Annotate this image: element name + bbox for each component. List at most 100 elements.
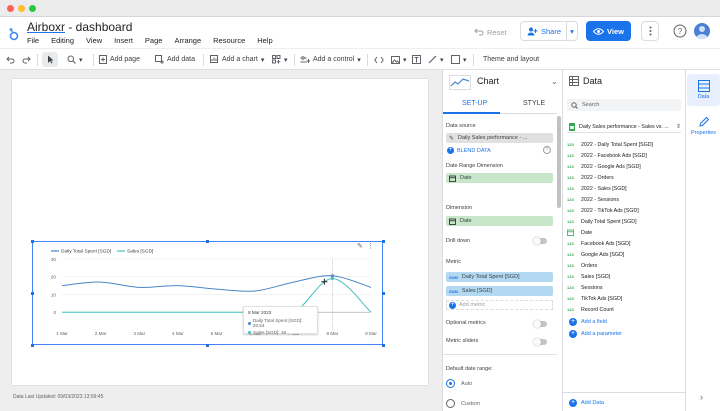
community-visualizations-button[interactable]: ▾ — [272, 52, 288, 67]
resize-handle-bottom-left[interactable] — [31, 344, 34, 347]
field-list-item[interactable]: 123 TikTok Ads [SGD] — [567, 293, 681, 304]
field-list-item[interactable]: 123 2022 - Sales [SGD] — [567, 183, 681, 194]
add-data-footer-button[interactable]: + Add Data — [569, 399, 604, 407]
data-source-dropdown[interactable]: Daily Sales performance - Sales vs. ... … — [567, 121, 681, 133]
menu-help[interactable]: Help — [257, 36, 272, 45]
theme-and-layout-button[interactable]: Theme and layout — [483, 52, 539, 67]
menu-arrange[interactable]: Arrange — [174, 36, 201, 45]
custom-date-range-radio[interactable] — [446, 399, 455, 408]
auto-date-range-radio[interactable] — [446, 379, 455, 388]
close-window-button[interactable] — [7, 5, 14, 12]
toolbar-divider — [93, 54, 94, 66]
tab-setup[interactable]: SET-UP — [462, 100, 487, 107]
maximize-window-button[interactable] — [29, 5, 36, 12]
rail-properties-tab[interactable]: Properties — [687, 110, 720, 142]
help-circle-icon[interactable]: ? — [543, 146, 551, 154]
report-canvas[interactable]: 01020301 Mar2 Mar3 Mar4 Mar5 Mar6 Mar7 M… — [0, 70, 442, 411]
reset-button[interactable]: Reset — [474, 23, 507, 41]
field-list-item[interactable]: 123 2022 - Facebook Ads [SGD] — [567, 150, 681, 161]
field-list-item[interactable]: 123 2022 - TikTok Ads [SGD] — [567, 205, 681, 216]
field-list-item[interactable]: 123 Daily Total Spent [SGD] — [567, 216, 681, 227]
looker-studio-logo-icon[interactable] — [8, 27, 20, 41]
add-field-button[interactable]: + Add a field — [569, 318, 607, 326]
embed-code-button[interactable] — [374, 52, 384, 67]
custom-date-range-label: Custom — [461, 401, 480, 407]
resize-handle-top-right[interactable] — [382, 240, 385, 243]
add-page-button[interactable]: Add page — [99, 52, 140, 67]
field-list-item[interactable]: 123 2022 - Google Ads [SGD] — [567, 161, 681, 172]
field-list-item[interactable]: 123 Sessions — [567, 282, 681, 293]
drill-down-toggle[interactable] — [533, 237, 547, 245]
resize-handle-top-center[interactable] — [206, 240, 209, 243]
field-list-item[interactable]: 123 2022 - Orders — [567, 172, 681, 183]
undo-button[interactable] — [6, 52, 15, 67]
add-control-button[interactable]: Add a control ▾ — [300, 52, 361, 67]
rail-data-tab[interactable]: Data — [687, 74, 720, 106]
redo-button[interactable] — [22, 52, 31, 67]
pencil-edit-icon[interactable]: ✎ — [449, 135, 454, 142]
resize-handle-top-left[interactable] — [31, 240, 34, 243]
menu-editing[interactable]: Editing — [51, 36, 74, 45]
dimension-field[interactable]: Date — [446, 216, 553, 226]
zoom-button[interactable]: ▾ — [67, 52, 83, 67]
resize-handle-bottom-center[interactable] — [206, 344, 209, 347]
insert-image-button[interactable]: ▾ — [391, 52, 407, 67]
more-options-button[interactable] — [641, 21, 659, 41]
field-list-item[interactable]: 123 2022 - Sessions — [567, 194, 681, 205]
expand-collapse-icon[interactable]: ⇕ — [676, 123, 681, 130]
view-button[interactable]: View — [586, 21, 631, 41]
data-source-selector[interactable]: ✎ Daily Sales performance - ... — [446, 133, 553, 143]
menu-insert[interactable]: Insert — [114, 36, 133, 45]
collapse-panel-chevron-icon[interactable]: › — [700, 392, 703, 402]
metric-field-daily-total-spent[interactable]: SUM Daily Total Spent [SGD] — [446, 272, 553, 282]
sum-aggregation-tag[interactable]: SUM — [449, 289, 458, 294]
zoom-icon — [67, 55, 76, 64]
resize-handle-bottom-right[interactable] — [382, 344, 385, 347]
menu-resource[interactable]: Resource — [213, 36, 245, 45]
document-title[interactable]: Airboxr - dashboard — [27, 20, 132, 34]
optional-metrics-toggle[interactable] — [533, 320, 547, 328]
time-series-chart-svg[interactable]: 01020301 Mar2 Mar3 Mar4 Mar5 Mar6 Mar7 M… — [33, 242, 384, 346]
field-list-item[interactable]: Date — [567, 227, 681, 238]
menu-view[interactable]: View — [86, 36, 102, 45]
blend-data-button[interactable]: + BLEND DATA — [447, 147, 491, 154]
add-chart-button[interactable]: Add a chart ▾ — [210, 52, 264, 67]
menu-file[interactable]: File — [27, 36, 39, 45]
chart-type-chevron-icon[interactable]: ⌄ — [551, 77, 558, 86]
field-list-item[interactable]: 123 2022 - Daily Total Spent [SGD] — [567, 139, 681, 150]
share-button[interactable]: Share ▾ — [520, 21, 578, 41]
resize-handle-middle-right[interactable] — [382, 292, 385, 295]
user-avatar[interactable] — [694, 23, 710, 39]
data-search-input[interactable]: Search — [567, 99, 681, 111]
time-series-chart-type-icon[interactable] — [449, 75, 471, 90]
field-list-item[interactable]: 123 Facebook Ads [SGD] — [567, 238, 681, 249]
text-box-button[interactable] — [412, 52, 421, 67]
add-data-button[interactable]: Add data — [155, 52, 195, 67]
metric-sliders-toggle[interactable] — [533, 338, 547, 346]
select-tool-button[interactable] — [42, 52, 58, 67]
selected-time-series-chart[interactable]: 01020301 Mar2 Mar3 Mar4 Mar5 Mar6 Mar7 M… — [32, 241, 383, 345]
minimize-window-button[interactable] — [18, 5, 25, 12]
resize-handle-middle-left[interactable] — [31, 292, 34, 295]
field-list-item[interactable]: 123 Google Ads [SGD] — [567, 249, 681, 260]
date-range-dimension-field[interactable]: Date — [446, 173, 553, 183]
date-range-dimension-label: Date Range Dimension — [446, 163, 503, 169]
metric-field-sales[interactable]: SUM Sales [SGD] — [446, 286, 553, 296]
field-list-item[interactable]: 123 Sales [SGD] — [567, 271, 681, 282]
field-list-item[interactable]: 123 Orders — [567, 260, 681, 271]
field-list: 123 2022 - Daily Total Spent [SGD] 123 2022… — [567, 139, 681, 315]
edit-pencil-icon[interactable]: ✎ — [357, 242, 363, 250]
line-tool-button[interactable]: ▾ — [428, 52, 444, 67]
sum-aggregation-tag[interactable]: SUM — [449, 275, 458, 280]
menu-page[interactable]: Page — [145, 36, 163, 45]
help-icon[interactable]: ? — [673, 24, 687, 38]
add-metric-button[interactable]: + Add metric — [446, 300, 553, 310]
tab-style[interactable]: STYLE — [523, 100, 545, 107]
shape-tool-button[interactable]: ▾ — [451, 52, 467, 67]
field-list-item[interactable]: 123 Record Count — [567, 304, 681, 315]
properties-scrollbar[interactable] — [557, 116, 561, 208]
data-panel: Data Search Daily Sales performance - Sa… — [562, 70, 686, 411]
chart-more-vertical-icon[interactable]: ⋮ — [367, 242, 374, 250]
add-parameter-button[interactable]: + Add a parameter — [569, 330, 622, 338]
share-dropdown-caret-icon[interactable]: ▾ — [566, 22, 577, 40]
